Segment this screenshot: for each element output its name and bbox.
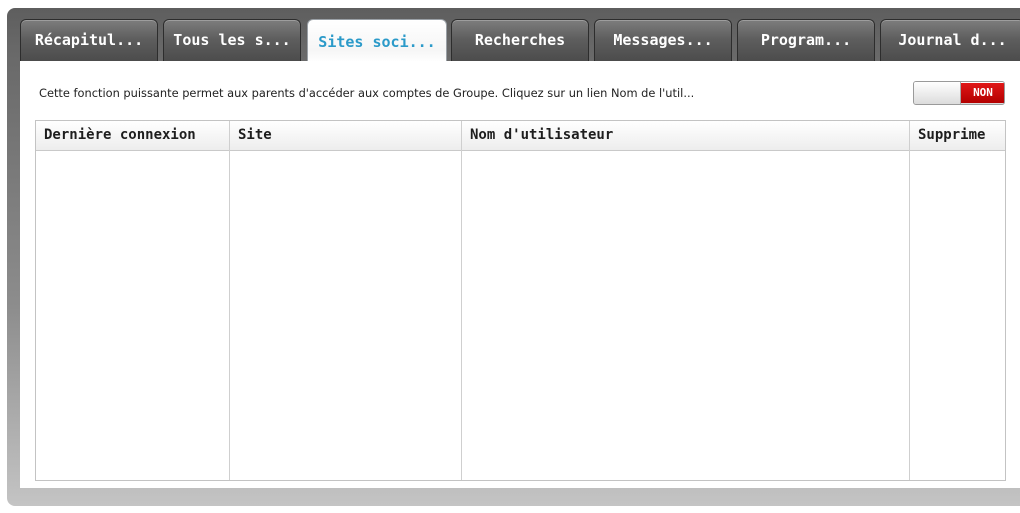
sites-sociaux-panel: Cette fonction puissante permet aux pare… — [20, 61, 1020, 488]
tab-recapitulatif[interactable]: Récapitul... — [20, 19, 158, 62]
toggle-knob — [914, 82, 961, 104]
tab-bar: Récapitul... Tous les s... Sites soci...… — [20, 19, 1020, 63]
column-header-nom-utilisateur[interactable]: Nom d'utilisateur — [462, 121, 909, 150]
toggle-state-label: NON — [961, 83, 1004, 103]
tab-journal[interactable]: Journal d... — [880, 19, 1020, 62]
column-divider — [229, 121, 230, 480]
column-header-derniere-connexion[interactable]: Dernière connexion — [36, 121, 229, 150]
tab-tous-les-sites[interactable]: Tous les s... — [163, 19, 301, 62]
column-header-supprimer[interactable]: Supprime — [910, 121, 1005, 150]
tab-messages[interactable]: Messages... — [594, 19, 732, 62]
tab-sites-sociaux[interactable]: Sites soci... — [307, 19, 447, 63]
tab-programmes[interactable]: Program... — [737, 19, 875, 62]
column-divider — [909, 121, 910, 480]
column-divider — [461, 121, 462, 480]
feature-description: Cette fonction puissante permet aux pare… — [39, 86, 695, 100]
column-header-site[interactable]: Site — [230, 121, 461, 150]
access-toggle[interactable]: NON — [913, 81, 1005, 105]
accounts-table: Dernière connexion Site Nom d'utilisateu… — [35, 120, 1006, 481]
table-header: Dernière connexion Site Nom d'utilisateu… — [36, 121, 1005, 151]
tab-recherches[interactable]: Recherches — [451, 19, 589, 62]
